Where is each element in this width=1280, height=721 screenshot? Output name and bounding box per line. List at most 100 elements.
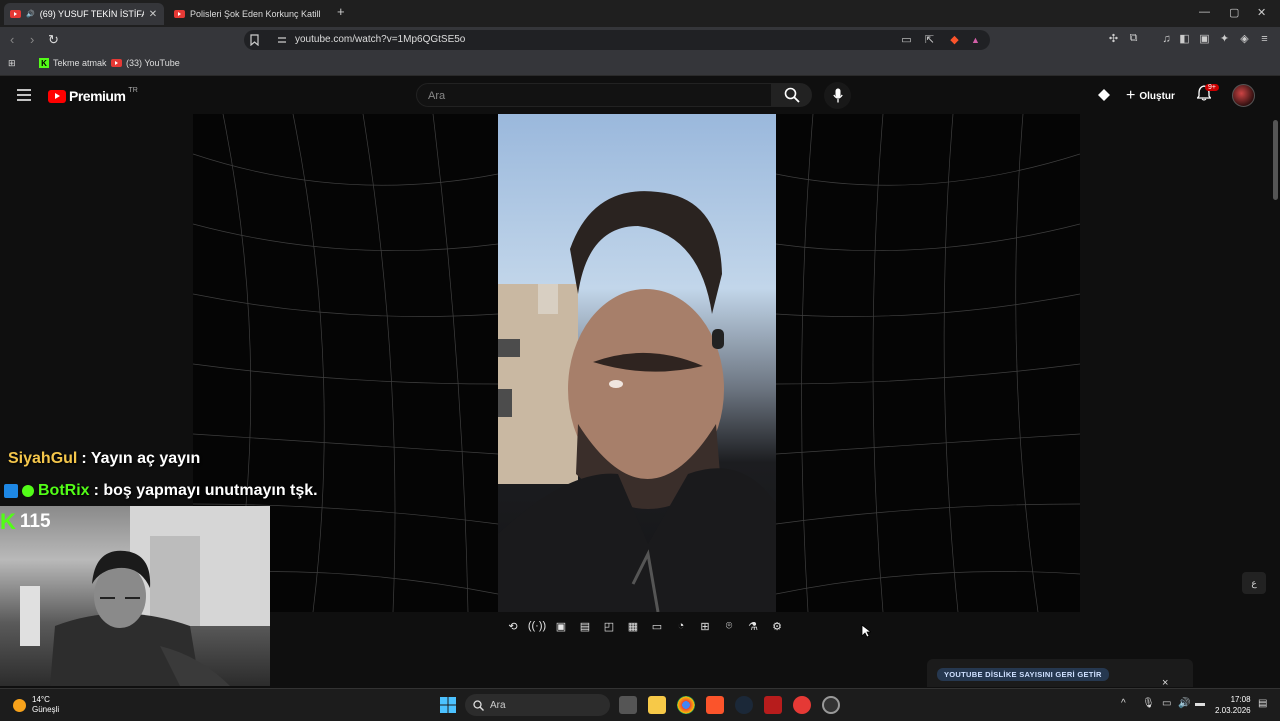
brave-rewards-icon[interactable]: ▲ <box>969 33 982 46</box>
video-player[interactable] <box>193 114 1080 612</box>
vpn-icon[interactable]: ◈ <box>1238 32 1251 45</box>
lab-icon[interactable]: ⚗ <box>744 618 762 634</box>
bookmark-label: (33) YouTube <box>126 58 180 68</box>
file-explorer-icon[interactable] <box>648 696 666 714</box>
tab-other-video[interactable]: Polisleri Şok Eden Korkunç Katill - Ad <box>168 3 328 25</box>
microphone-tray-icon[interactable]: 🎙 <box>1142 698 1155 709</box>
windows-start-icon[interactable] <box>440 697 456 713</box>
notification-center-icon[interactable]: ▤ <box>1258 698 1267 709</box>
apps-icon[interactable]: ⊞ <box>8 58 16 69</box>
youtube-favicon-icon <box>10 10 21 18</box>
bookmark-kick[interactable]: K Tekme atmak <box>39 58 107 68</box>
weather-widget[interactable]: 14°C Güneşli <box>13 695 59 715</box>
voice-search-button[interactable] <box>824 82 851 109</box>
minimize-icon[interactable]: — <box>1199 6 1210 18</box>
share-icon[interactable]: ⇱ <box>923 33 936 46</box>
microphone-icon <box>832 88 843 103</box>
audio-only-icon[interactable]: ((·)) <box>528 618 546 634</box>
cast-video-icon[interactable]: ▭ <box>648 618 666 634</box>
kick-logo-icon: K <box>0 509 16 534</box>
search-input[interactable] <box>426 89 750 103</box>
tab-title: Polisleri Şok Eden Korkunç Katill - Ad <box>190 9 322 19</box>
tab-close-icon[interactable]: ✕ <box>149 9 157 20</box>
video-frame[interactable] <box>498 114 776 612</box>
taskbar-search[interactable]: Ara <box>465 694 610 716</box>
speed-icon[interactable]: ◔ <box>672 618 690 634</box>
viewer-count: 115 <box>19 511 51 532</box>
tab-youtube-video[interactable]: 🔊 (69) YUSUF TEKİN İSTİFA ETM ✕ <box>4 3 164 25</box>
tray-overflow-icon[interactable]: ^ <box>1121 698 1126 709</box>
fullscreen-window-icon[interactable]: ◰ <box>600 618 618 634</box>
network-icon[interactable]: ▭ <box>1162 698 1171 709</box>
system-clock[interactable]: 17:08 2.03.2026 <box>1215 694 1251 716</box>
obs-icon[interactable] <box>822 696 840 714</box>
steam-icon[interactable] <box>735 696 753 714</box>
chrome-icon[interactable] <box>677 696 695 714</box>
settings-icon[interactable]: ⚙ <box>768 618 786 634</box>
video-content-graphic <box>498 191 776 612</box>
dislike-extension-popup: YOUTUBE DİSLİKE SAYISINI GERİ GETİR × <box>927 659 1193 689</box>
browser-tab-bar: 🔊 (69) YUSUF TEKİN İSTİFA ETM ✕ Polisler… <box>0 0 1280 27</box>
forward-icon[interactable]: › <box>30 32 34 47</box>
wallet-icon[interactable]: ▣ <box>1198 32 1211 45</box>
mouse-cursor-icon <box>861 624 871 638</box>
screenshot-icon[interactable]: ⌾ <box>720 618 738 634</box>
bookmark-youtube[interactable]: (33) YouTube <box>111 58 180 68</box>
volume-icon[interactable]: 🔊 <box>1178 698 1190 709</box>
new-tab-button[interactable]: + <box>337 4 345 19</box>
account-avatar[interactable] <box>1232 84 1255 107</box>
weather-desc: Güneşli <box>32 705 60 714</box>
maximize-icon[interactable]: ▢ <box>1229 6 1239 19</box>
notification-badge: 9+ <box>1205 84 1219 91</box>
media-icon[interactable]: ♫ <box>1160 32 1173 45</box>
omnibox[interactable]: youtube.com/watch?v=1Mp6QGtSE5o ▭ ⇱ ◆ ▲ <box>244 30 990 50</box>
brave-icon[interactable] <box>706 696 724 714</box>
add-playlist-icon[interactable]: ⊞ <box>696 618 714 634</box>
youtube-logo-icon <box>48 89 66 103</box>
film-icon[interactable]: ▤ <box>576 618 594 634</box>
moderator-badge-icon <box>4 484 18 498</box>
windows-taskbar: 14°C Güneşli Ara ^ 🎙 ▭ 🔊 ▬ 17:08 2.03.20… <box>0 688 1280 721</box>
bookmark-icon[interactable] <box>250 34 259 46</box>
brave-shields-icon[interactable]: ◆ <box>948 33 961 46</box>
tab-title: (69) YUSUF TEKİN İSTİFA ETM <box>39 9 144 19</box>
url-text[interactable]: youtube.com/watch?v=1Mp6QGtSE5o <box>295 34 465 45</box>
youtube-favicon-icon <box>174 10 185 18</box>
video-mode-icon[interactable]: ▣ <box>552 618 570 634</box>
plus-icon: + <box>1126 87 1136 104</box>
clock-time: 17:08 <box>1230 695 1251 704</box>
premium-gift-icon[interactable] <box>1097 88 1111 102</box>
tab-search-icon[interactable]: ⧉ <box>1127 32 1140 45</box>
streaming-app-icon[interactable] <box>764 696 782 714</box>
battery-icon[interactable]: ▬ <box>1195 698 1205 709</box>
channel-watermark-icon[interactable]: ع <box>1242 572 1266 594</box>
reload-icon[interactable]: ↻ <box>48 32 59 48</box>
youtube-logo[interactable]: Premium TR <box>48 87 138 104</box>
loop-icon[interactable]: ⟲ <box>504 618 522 634</box>
chat-username: SiyahGul <box>8 450 78 467</box>
leo-ai-icon[interactable]: ✦ <box>1218 32 1231 45</box>
logo-text: Premium <box>69 88 126 104</box>
close-window-icon[interactable]: ✕ <box>1257 6 1266 19</box>
audio-icon[interactable]: 🔊 <box>26 10 35 18</box>
cinema-mode-icon[interactable]: ▦ <box>624 618 642 634</box>
youtube-icon <box>111 59 122 67</box>
restore-dislike-button[interactable]: YOUTUBE DİSLİKE SAYISINI GERİ GETİR <box>937 668 1109 681</box>
back-icon[interactable]: ‹ <box>10 32 14 47</box>
search-button[interactable] <box>772 83 812 107</box>
site-settings-icon[interactable] <box>277 35 287 45</box>
task-view-icon[interactable] <box>619 696 637 714</box>
chat-text: : Yayın aç yayın <box>81 450 201 467</box>
hamburger-menu-icon[interactable] <box>17 89 31 101</box>
sun-icon <box>13 698 26 712</box>
extensions-icon[interactable]: ✣ <box>1107 32 1120 45</box>
cast-icon[interactable]: ▭ <box>900 33 913 46</box>
sidebar-icon[interactable]: ◧ <box>1178 32 1191 45</box>
player-extension-controls: ⟲ ((·)) ▣ ▤ ◰ ▦ ▭ ◔ ⊞ ⌾ ⚗ ⚙ <box>504 618 786 634</box>
create-button[interactable]: + Oluştur <box>1126 87 1175 105</box>
page-scrollbar[interactable] <box>1273 120 1278 200</box>
menu-icon[interactable]: ≡ <box>1258 32 1271 45</box>
youtube-header: Premium TR + Oluştur <box>0 76 1280 114</box>
media-player-icon[interactable] <box>793 696 811 714</box>
chat-message: BotRix : boş yapmayı unutmayın tşk. <box>4 482 318 500</box>
